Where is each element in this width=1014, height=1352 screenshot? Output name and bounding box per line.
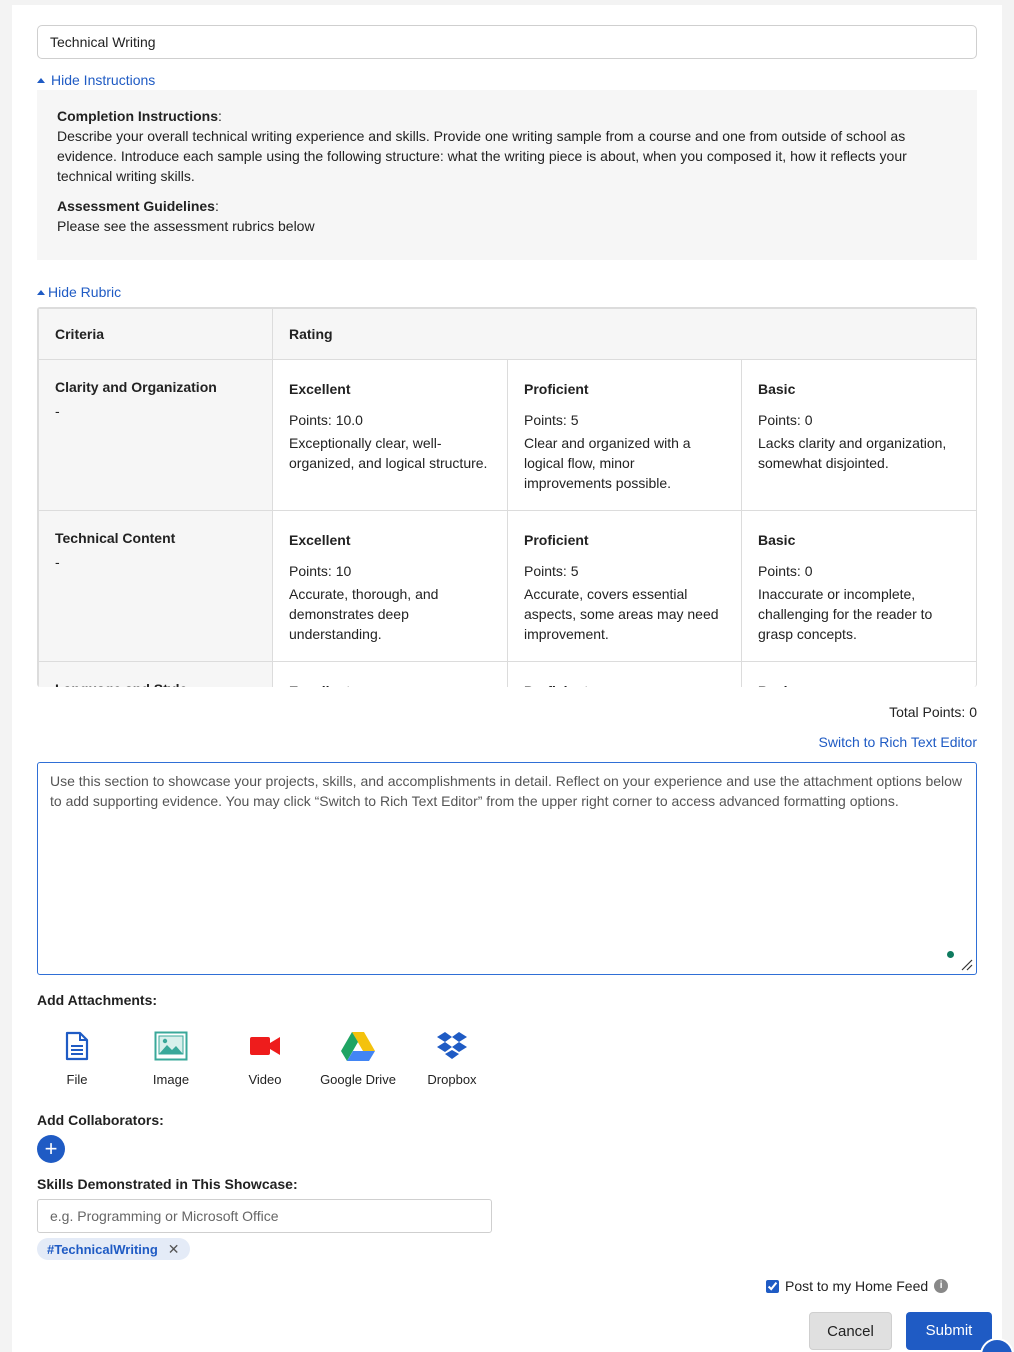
level-description: Lacks clarity and organization, somewhat… — [758, 435, 947, 471]
plus-icon: + — [44, 1136, 58, 1161]
level-name: Proficient — [524, 381, 589, 397]
rubric-level-cell[interactable]: Basic Points: 0 Lacks clarity and organiza… — [740, 359, 976, 511]
instructions-panel: Completion Instructions: Describe your o… — [37, 90, 977, 260]
rubric-row: Technical Content - Excellent Points: 10 Acc… — [38, 510, 976, 662]
rubric-level-cell[interactable]: Excellent Points: 10.0 Exceptionally clear… — [272, 359, 508, 511]
level-points: Points: 0 — [758, 412, 813, 428]
rubric-criterion-cell: Technical Content - — [38, 510, 273, 662]
attach-video-label: Video — [248, 1072, 282, 1087]
level-points: Points: 5 — [524, 563, 579, 579]
level-points: Points: 10 — [289, 563, 352, 579]
attach-image-label: Image — [152, 1072, 190, 1087]
post-to-feed-label: Post to my Home Feed — [785, 1278, 929, 1294]
criterion-name: Technical Content — [55, 530, 176, 546]
rubric-level-cell[interactable]: Proficient — [507, 661, 742, 687]
switch-rich-text-link[interactable]: Switch to Rich Text Editor — [819, 734, 977, 750]
rubric-level-cell[interactable]: Basic Points: 0 Inaccurate or incomplete, … — [740, 510, 976, 662]
video-camera-icon — [250, 1037, 280, 1055]
skills-label: Skills Demonstrated in This Showcase: — [37, 1176, 298, 1192]
attach-image-button[interactable]: Image — [131, 1030, 211, 1087]
skill-tag-label: #TechnicalWriting — [47, 1241, 158, 1257]
rubric-table-scroll[interactable]: Criteria Rating Clarity and Organization… — [37, 307, 977, 687]
level-name: Basic — [758, 681, 962, 687]
rubric-level-cell[interactable]: Proficient Points: 5 Clear and organized w… — [507, 359, 742, 511]
criterion-name: Language and Style — [55, 679, 256, 687]
level-points: Points: 10.0 — [289, 412, 363, 428]
attach-google-drive-button[interactable]: Google Drive — [318, 1030, 398, 1087]
level-name: Basic — [758, 532, 796, 548]
hide-rubric-label: Hide Rubric — [48, 284, 122, 300]
rubric-level-cell[interactable]: Basic — [740, 661, 976, 687]
level-name: Proficient — [524, 681, 725, 687]
level-points: Points: 0 — [758, 563, 813, 579]
caret-up-icon — [37, 77, 45, 83]
rubric-criterion-cell: Language and Style — [38, 661, 273, 687]
criterion-name: Clarity and Organization — [55, 379, 217, 395]
level-points: Points: 5 — [524, 412, 579, 428]
hide-rubric-toggle[interactable]: Hide Rubric — [37, 284, 121, 300]
level-description: Inaccurate or incomplete, challenging fo… — [758, 586, 933, 642]
add-collaborators-label: Add Collaborators: — [37, 1112, 164, 1128]
rubric-level-cell[interactable]: Excellent — [272, 661, 508, 687]
title-input[interactable] — [37, 25, 977, 59]
google-drive-icon — [341, 1032, 375, 1061]
attach-video-button[interactable]: Video — [225, 1030, 305, 1087]
level-name: Excellent — [289, 681, 491, 687]
level-name: Excellent — [289, 532, 351, 548]
attach-google-drive-label: Google Drive — [320, 1072, 396, 1087]
hide-instructions-label: Hide Instructions — [51, 72, 156, 88]
resize-grip-icon[interactable] — [959, 957, 973, 971]
submit-button[interactable]: Submit — [906, 1312, 992, 1350]
rubric-row: Language and Style Excellent Proficient Bas… — [38, 661, 976, 687]
attach-dropbox-button[interactable]: Dropbox — [412, 1030, 492, 1087]
file-icon — [65, 1031, 89, 1061]
rubric-table: Criteria Rating Clarity and Organization… — [38, 308, 976, 687]
rubric-row: Clarity and Organization - Excellent Points… — [38, 359, 976, 511]
criteria-header: Criteria — [38, 308, 273, 360]
hide-instructions-toggle[interactable]: Hide Instructions — [37, 72, 155, 88]
dropbox-icon — [437, 1032, 467, 1059]
rubric-level-cell[interactable]: Proficient Points: 5 Accurate, covers esse… — [507, 510, 742, 662]
assessment-text: Please see the assessment rubrics below — [57, 218, 315, 234]
rating-header: Rating — [271, 308, 976, 360]
assessment-heading: Assessment Guidelines: — [57, 198, 219, 214]
editor-placeholder: Use this section to showcase your projec… — [50, 773, 963, 809]
level-description: Accurate, covers essential aspects, some… — [524, 586, 719, 642]
info-icon[interactable]: i — [934, 1279, 949, 1293]
attach-file-button[interactable]: File — [37, 1030, 117, 1087]
grammar-status-icon — [947, 951, 954, 958]
completion-text: Describe your overall technical writing … — [57, 128, 907, 184]
level-description: Clear and organized with a logical flow,… — [524, 435, 691, 491]
total-points: Total Points: 0 — [889, 704, 977, 720]
criterion-description: - — [55, 554, 60, 570]
post-to-feed-checkbox[interactable] — [766, 1279, 779, 1293]
attach-dropbox-label: Dropbox — [427, 1072, 477, 1087]
rubric-criterion-cell: Clarity and Organization - — [38, 359, 273, 511]
level-name: Excellent — [289, 381, 351, 397]
image-icon — [154, 1031, 188, 1061]
completion-heading: Completion Instructions: — [57, 108, 222, 124]
showcase-text-editor[interactable]: Use this section to showcase your projec… — [37, 762, 977, 975]
level-name: Proficient — [524, 532, 589, 548]
skills-input[interactable] — [37, 1199, 492, 1233]
add-collaborator-button[interactable]: + — [37, 1135, 65, 1163]
attach-file-label: File — [66, 1072, 88, 1087]
level-description: Exceptionally clear, well-organized, and… — [289, 435, 488, 471]
add-attachments-label: Add Attachments: — [37, 992, 158, 1008]
post-to-feed-option[interactable]: Post to my Home Feed i — [766, 1278, 949, 1294]
skill-tag: #TechnicalWriting ✕ — [37, 1238, 190, 1260]
rubric-level-cell[interactable]: Excellent Points: 10 Accurate, thorough, a… — [272, 510, 508, 662]
cancel-button[interactable]: Cancel — [809, 1312, 892, 1350]
caret-up-icon — [37, 289, 45, 295]
level-description: Accurate, thorough, and demonstrates dee… — [289, 586, 439, 642]
criterion-description: - — [55, 403, 60, 419]
remove-tag-icon[interactable]: ✕ — [168, 1241, 180, 1258]
level-name: Basic — [758, 381, 796, 397]
